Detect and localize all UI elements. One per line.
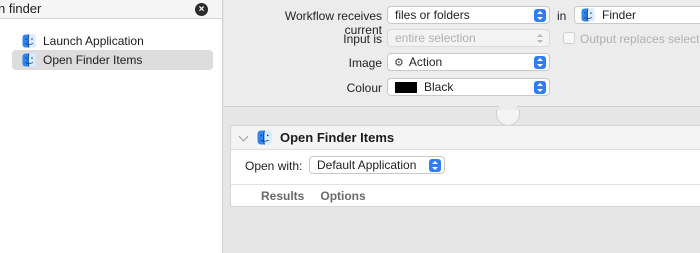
chevron-up-down-icon: [534, 55, 546, 69]
tab-options[interactable]: Options: [320, 189, 365, 203]
receives-popup[interactable]: files or folders: [387, 6, 550, 24]
action-tabs: Results Options: [231, 184, 700, 207]
library-item-label: Launch Application: [43, 34, 144, 48]
output-replaces-checkbox[interactable]: [563, 32, 575, 44]
image-value: Action: [408, 55, 443, 69]
application-popup[interactable]: Finder: [574, 6, 700, 24]
input-is-value: entire selection: [395, 31, 476, 45]
action-library-pane: n finder × Launch Application Open Finde…: [0, 0, 223, 253]
image-popup[interactable]: ⚙ Action: [387, 53, 550, 71]
library-item-launch-application[interactable]: Launch Application: [12, 31, 213, 51]
chevron-up-down-icon: [534, 80, 546, 94]
library-item-label: Open Finder Items: [43, 53, 143, 67]
action-title: Open Finder Items: [280, 130, 395, 145]
open-finder-items-action: Open Finder Items Open with: Default App…: [230, 125, 700, 207]
colour-value: Black: [424, 80, 454, 94]
image-label: Image: [348, 56, 382, 70]
action-connector: [496, 110, 520, 126]
chevron-up-down-icon: [534, 8, 546, 22]
colour-popup[interactable]: Black: [387, 78, 550, 96]
tab-results[interactable]: Results: [261, 189, 304, 203]
receives-value: files or folders: [395, 8, 470, 22]
gear-icon: ⚙: [394, 56, 404, 69]
search-input-text[interactable]: n finder: [0, 1, 41, 16]
finder-icon: [22, 53, 36, 67]
colour-swatch: [395, 81, 417, 93]
finder-icon: [22, 34, 36, 48]
library-search-field[interactable]: n finder ×: [0, 0, 222, 19]
chevron-up-down-icon: [429, 158, 441, 172]
input-is-label: Input is: [343, 32, 382, 46]
open-with-popup[interactable]: Default Application: [309, 156, 445, 174]
library-item-open-finder-items[interactable]: Open Finder Items: [12, 50, 213, 70]
open-with-value: Default Application: [317, 158, 417, 172]
colour-label: Colour: [346, 81, 382, 95]
chevron-up-down-icon: [534, 32, 546, 45]
finder-icon: [581, 8, 595, 22]
chevron-down-icon[interactable]: [238, 131, 249, 141]
workflow-settings-header: Workflow receives current files or folde…: [224, 0, 700, 107]
clear-search-icon[interactable]: ×: [195, 3, 208, 16]
application-value: Finder: [602, 8, 637, 22]
input-is-popup[interactable]: entire selection: [387, 29, 550, 47]
action-header[interactable]: Open Finder Items: [231, 126, 700, 150]
finder-icon: [257, 130, 272, 145]
open-with-label: Open with:: [245, 159, 303, 173]
output-replaces-label: Output replaces selecte: [580, 32, 700, 46]
in-label: in: [557, 9, 567, 23]
